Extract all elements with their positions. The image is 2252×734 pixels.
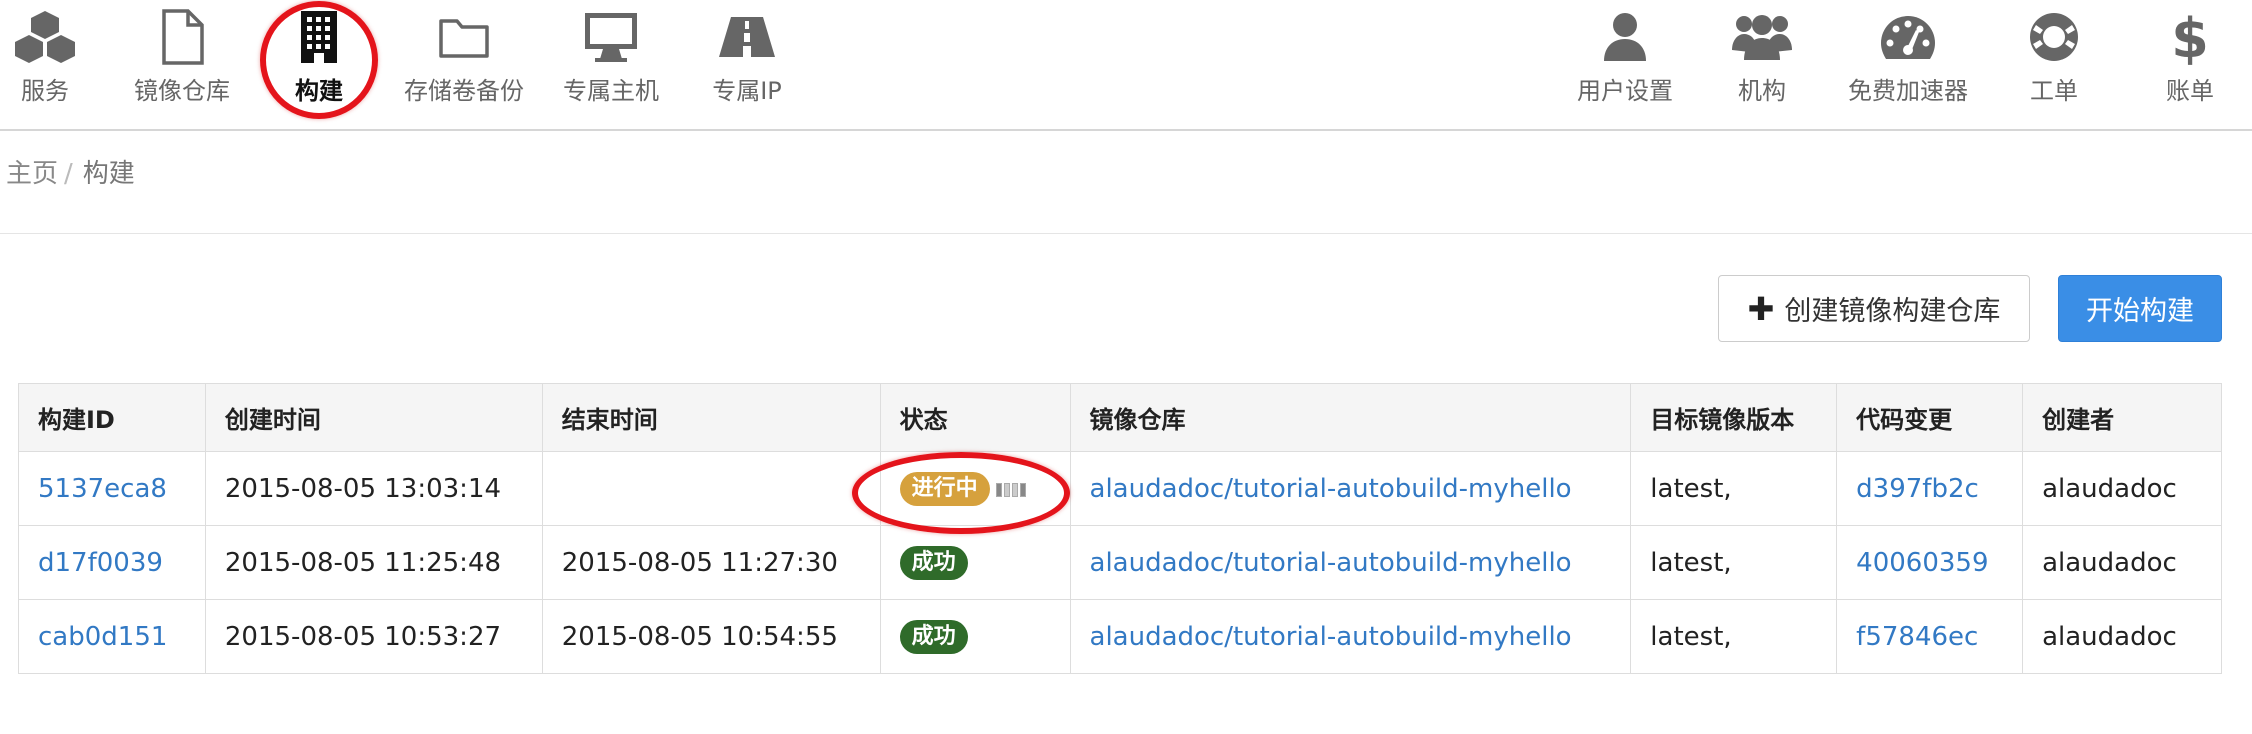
column-header: 结束时间: [541, 383, 881, 452]
nav-label: 专属主机: [563, 77, 659, 105]
nav-item-image-repo[interactable]: 镜像仓库: [112, 8, 252, 106]
created-time: 2015-08-05 13:03:14: [204, 451, 543, 526]
build-id-link[interactable]: cab0d151: [38, 622, 167, 652]
commit-link[interactable]: 40060359: [1856, 548, 1988, 578]
column-header: 镜像仓库: [1069, 383, 1632, 452]
nav-label[interactable]: 用户设置: [1555, 76, 1695, 106]
commit-link[interactable]: f57846ec: [1856, 622, 1978, 652]
status-cell: 成功: [879, 525, 1071, 600]
commit-link[interactable]: d397fb2c: [1856, 474, 1979, 504]
nav-label: 镜像仓库: [134, 77, 230, 105]
column-header: 构建ID: [18, 383, 206, 452]
nav-item-billing[interactable]: $ 账单: [2120, 8, 2252, 106]
created-time: 2015-08-05 10:53:27: [204, 599, 543, 674]
file-icon: [162, 9, 204, 65]
nav-label: 工单: [2030, 77, 2078, 105]
nav-label: 存储卷备份: [404, 77, 524, 105]
nav-label: 免费加速器: [1848, 77, 1968, 105]
build-id-link[interactable]: d17f0039: [38, 548, 163, 578]
table-row: cab0d151 2015-08-05 10:53:27 2015-08-05 …: [18, 599, 2222, 674]
divider: [0, 233, 2252, 234]
plus-icon: ✚: [1747, 289, 1775, 328]
create-build-repo-label: 创建镜像构建仓库: [1784, 296, 2001, 327]
nav-item-dedicated-ip[interactable]: 专属IP: [677, 8, 817, 106]
nav-item-volume-backup[interactable]: 存储卷备份: [394, 8, 534, 106]
start-build-label: 开始构建: [2086, 296, 2194, 327]
nav-item-ticket[interactable]: 工单: [1984, 8, 2124, 106]
column-header: 状态: [879, 383, 1071, 452]
breadcrumb: 主页 / 构建: [6, 153, 135, 190]
status-badge: 成功: [899, 619, 968, 654]
column-header: 创建时间: [204, 383, 543, 452]
breadcrumb-current: 构建: [82, 159, 135, 189]
nav-item-services[interactable]: 服务: [0, 8, 115, 106]
creator: alaudadoc: [2022, 599, 2222, 674]
progress-spinner-icon: [995, 474, 1028, 504]
nav-item-organization[interactable]: 机构: [1692, 8, 1832, 106]
status-cell: 进行中: [879, 451, 1071, 526]
start-build-button[interactable]: 开始构建: [2058, 275, 2222, 342]
svg-text:$: $: [2172, 9, 2208, 65]
nav-item-user-settings[interactable]: 用户设置: [1555, 8, 1695, 106]
desktop-icon: [585, 13, 637, 62]
ended-time: [541, 451, 881, 526]
cubes-icon: [15, 11, 75, 63]
lifebuoy-icon: [2030, 13, 2078, 61]
nav-item-dedicated-host[interactable]: 专属主机: [541, 8, 681, 106]
dollar-icon: $: [2172, 9, 2208, 65]
breadcrumb-separator: /: [64, 159, 73, 189]
column-header: 目标镜像版本: [1630, 383, 1838, 452]
status-badge: 进行中: [899, 471, 990, 506]
ended-time: 2015-08-05 10:54:55: [541, 599, 881, 674]
nav-item-build[interactable]: 构建: [249, 8, 389, 106]
creator: alaudadoc: [2022, 525, 2222, 600]
repo-link[interactable]: alaudadoc/tutorial-autobuild-myhello: [1090, 622, 1572, 652]
table-row: 5137eca8 2015-08-05 13:03:14 进行中 alaudad…: [18, 451, 2222, 526]
user-icon: [1604, 13, 1646, 61]
column-header: 创建者: [2022, 383, 2222, 452]
creator: alaudadoc: [2022, 451, 2222, 526]
target-tag: latest,: [1630, 525, 1838, 600]
table-row: d17f0039 2015-08-05 11:25:48 2015-08-05 …: [18, 525, 2222, 600]
dashboard-icon: [1881, 16, 1935, 59]
building-icon: [301, 11, 337, 63]
nav-label: 专属IP: [712, 77, 782, 105]
status-cell: 成功: [879, 599, 1071, 674]
folder-icon: [439, 19, 489, 58]
column-header: 代码变更: [1836, 383, 2024, 452]
repo-link[interactable]: alaudadoc/tutorial-autobuild-myhello: [1090, 548, 1572, 578]
status-badge: 成功: [899, 545, 968, 580]
users-icon: [1732, 15, 1792, 60]
ended-time: 2015-08-05 11:27:30: [541, 525, 881, 600]
nav-label: 服务: [21, 77, 69, 105]
breadcrumb-home[interactable]: 主页: [6, 159, 58, 189]
table-header-row: 构建ID 创建时间 结束时间 状态 镜像仓库 目标镜像版本 代码变更 创建者: [18, 383, 2222, 452]
target-tag: latest,: [1630, 451, 1838, 526]
build-id-link[interactable]: 5137eca8: [38, 474, 167, 504]
road-icon: [719, 17, 775, 57]
nav-label: 机构: [1738, 77, 1786, 105]
builds-table: 构建ID 创建时间 结束时间 状态 镜像仓库 目标镜像版本 代码变更 创建者 5…: [18, 383, 2222, 674]
target-tag: latest,: [1630, 599, 1838, 674]
nav-label: 构建: [295, 77, 343, 105]
created-time: 2015-08-05 11:25:48: [204, 525, 543, 600]
repo-link[interactable]: alaudadoc/tutorial-autobuild-myhello: [1090, 474, 1572, 504]
create-build-repo-button[interactable]: ✚ 创建镜像构建仓库: [1718, 275, 2030, 342]
top-nav: 服务 镜像仓库 构建 存储卷备份 专属主机 专属IP 用户设置 机构 免费加速器…: [0, 0, 2252, 131]
nav-label: 账单: [2166, 77, 2214, 105]
nav-item-accelerator[interactable]: 免费加速器: [1838, 8, 1978, 106]
